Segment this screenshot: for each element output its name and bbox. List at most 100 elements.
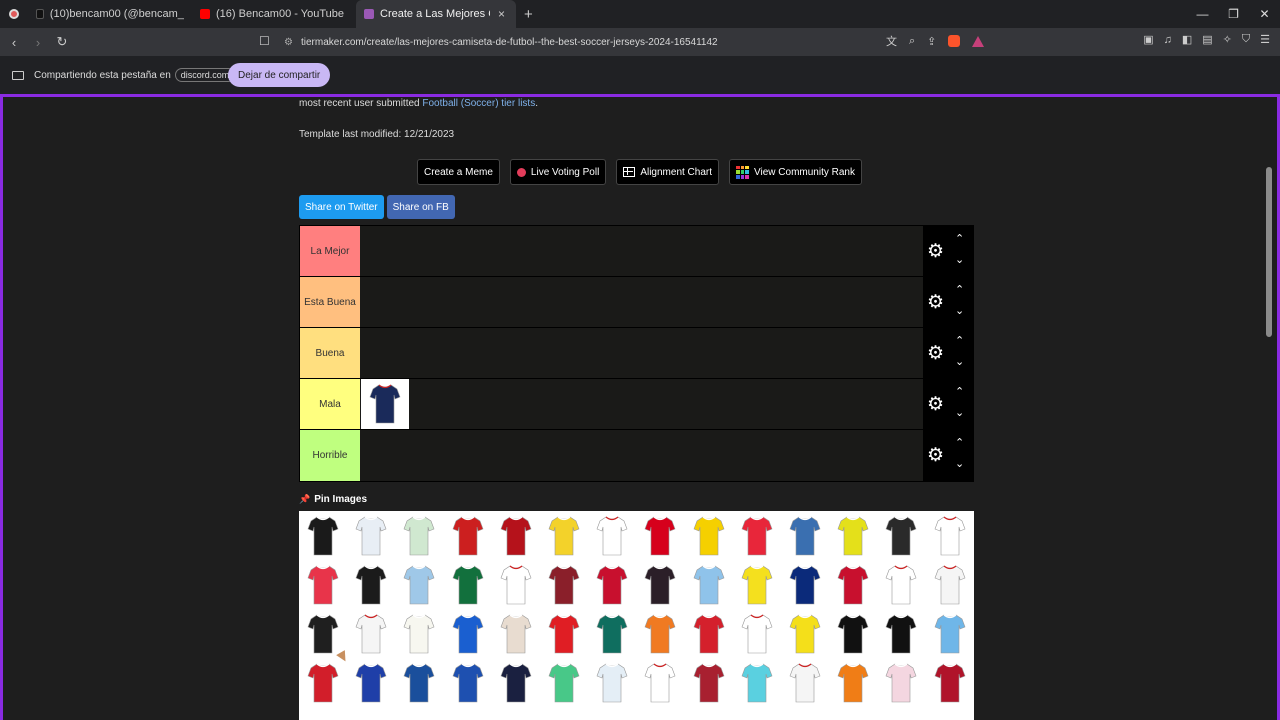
jersey-item[interactable] (829, 609, 877, 658)
jersey-item[interactable] (540, 511, 588, 560)
gear-icon[interactable]: ⚙ (927, 446, 944, 465)
wallet-icon[interactable]: ▤ (1202, 33, 1212, 46)
screenshot-icon[interactable]: ▣ (1143, 33, 1153, 46)
jersey-item[interactable] (444, 511, 492, 560)
jersey-item[interactable] (492, 609, 540, 658)
jersey-item[interactable] (395, 609, 443, 658)
jersey-item[interactable] (685, 609, 733, 658)
move-up-icon[interactable]: ⌃ (955, 232, 964, 245)
forward-button[interactable]: › (28, 35, 48, 50)
scrollbar-thumb[interactable] (1266, 167, 1272, 337)
jersey-item[interactable] (685, 658, 733, 707)
jersey-item[interactable] (877, 658, 925, 707)
jersey-item[interactable] (636, 658, 684, 707)
tier-drop-zone[interactable] (360, 226, 923, 276)
share-fb-button[interactable]: Share on FB (386, 195, 455, 219)
close-window-button[interactable]: ✕ (1249, 0, 1280, 28)
maximize-button[interactable]: ❐ (1218, 0, 1249, 28)
jersey-item[interactable] (299, 609, 347, 658)
jersey-item[interactable] (444, 609, 492, 658)
jersey-item[interactable] (588, 560, 636, 609)
back-button[interactable]: ‹ (4, 35, 24, 50)
jersey-item[interactable] (781, 609, 829, 658)
community-rank-button[interactable]: View Community Rank (729, 159, 862, 185)
move-down-icon[interactable]: ⌄ (955, 355, 964, 368)
jersey-item[interactable] (685, 560, 733, 609)
gear-icon[interactable]: ⚙ (927, 242, 944, 261)
tier-label[interactable]: Horrible (300, 430, 360, 481)
menu-icon[interactable]: ☰ (1260, 33, 1270, 46)
jersey-item[interactable] (299, 658, 347, 707)
new-tab-button[interactable]: + (524, 6, 533, 23)
url-field[interactable]: ⚙ tiermaker.com/create/las-mejores-camis… (284, 33, 718, 51)
jersey-item[interactable] (299, 560, 347, 609)
jersey-item[interactable] (540, 658, 588, 707)
tier-drop-zone[interactable] (360, 277, 923, 327)
jersey-item[interactable] (877, 560, 925, 609)
tier-drop-zone[interactable] (360, 430, 923, 481)
move-down-icon[interactable]: ⌄ (955, 304, 964, 317)
share-twitter-button[interactable]: Share on Twitter (299, 195, 384, 219)
tier-label[interactable]: Mala (300, 379, 360, 429)
jersey-item[interactable] (444, 560, 492, 609)
jersey-item[interactable] (829, 658, 877, 707)
gear-icon[interactable]: ⚙ (927, 344, 944, 363)
jersey-item[interactable] (540, 560, 588, 609)
stop-sharing-button[interactable]: Dejar de compartir (228, 63, 331, 87)
jersey-item[interactable] (588, 658, 636, 707)
tab-tiermaker[interactable]: Create a Las Mejores Camiset × (356, 0, 516, 28)
move-up-icon[interactable]: ⌃ (955, 385, 964, 398)
jersey-item[interactable] (733, 511, 781, 560)
live-voting-poll-button[interactable]: Live Voting Poll (509, 159, 607, 185)
move-up-icon[interactable]: ⌃ (955, 283, 964, 296)
jersey-item[interactable] (733, 609, 781, 658)
pin-images-heading[interactable]: 📌 Pin Images (299, 494, 367, 505)
move-down-icon[interactable]: ⌄ (955, 253, 964, 266)
move-down-icon[interactable]: ⌄ (955, 457, 964, 470)
translate-icon[interactable]: 文 (886, 33, 897, 49)
move-up-icon[interactable]: ⌃ (955, 334, 964, 347)
jersey-item[interactable] (540, 609, 588, 658)
create-meme-button[interactable]: Create a Meme (417, 159, 500, 185)
move-up-icon[interactable]: ⌃ (955, 436, 964, 449)
jersey-item[interactable] (444, 658, 492, 707)
jersey-item[interactable] (636, 609, 684, 658)
close-tab-icon[interactable]: × (498, 7, 505, 21)
minimize-button[interactable]: — (1187, 0, 1218, 28)
jersey-item[interactable] (492, 511, 540, 560)
jersey-item[interactable] (361, 379, 409, 429)
sidebar-icon[interactable]: ◧ (1182, 33, 1192, 46)
tier-drop-zone[interactable] (360, 328, 923, 378)
tier-label[interactable]: Buena (300, 328, 360, 378)
tier-label[interactable]: La Mejor (300, 226, 360, 276)
jersey-item[interactable] (492, 658, 540, 707)
scrollbar[interactable] (1264, 97, 1274, 720)
music-icon[interactable]: ♫ (1164, 34, 1172, 46)
jersey-item[interactable] (347, 609, 395, 658)
brave-rewards-icon[interactable] (972, 35, 985, 47)
jersey-item[interactable] (925, 609, 973, 658)
jersey-item[interactable] (733, 560, 781, 609)
jersey-item[interactable] (492, 560, 540, 609)
vpn-icon[interactable]: ⛉ (1242, 33, 1250, 46)
jersey-item[interactable] (733, 658, 781, 707)
jersey-item[interactable] (347, 658, 395, 707)
jersey-item[interactable] (781, 511, 829, 560)
alignment-chart-button[interactable]: Alignment Chart (616, 159, 720, 185)
jersey-item[interactable] (636, 560, 684, 609)
bookmark-icon[interactable]: ☐ (259, 34, 270, 48)
jersey-item[interactable] (829, 511, 877, 560)
site-info-icon[interactable]: ⚙ (284, 37, 293, 48)
tier-drop-zone[interactable] (360, 379, 923, 429)
move-down-icon[interactable]: ⌄ (955, 406, 964, 419)
brave-shields-icon[interactable] (948, 35, 961, 47)
jersey-item[interactable] (925, 658, 973, 707)
share-icon[interactable]: ⇪ (927, 35, 936, 48)
jersey-item[interactable] (781, 658, 829, 707)
jersey-item[interactable] (588, 511, 636, 560)
jersey-item[interactable] (299, 511, 347, 560)
gear-icon[interactable]: ⚙ (927, 395, 944, 414)
reload-button[interactable]: ↻ (52, 34, 72, 50)
jersey-item[interactable] (685, 511, 733, 560)
tab-tiktok[interactable]: (10)bencam00 (@bencam_00) | TikTo (28, 0, 192, 28)
